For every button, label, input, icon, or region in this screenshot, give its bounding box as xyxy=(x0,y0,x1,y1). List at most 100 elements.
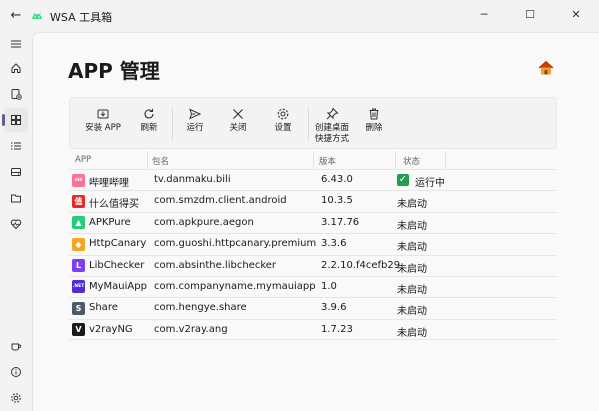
app-version: 10.3.5 xyxy=(321,195,353,207)
col-header-app[interactable]: APP xyxy=(75,155,91,165)
app-icon: ▲ xyxy=(72,216,85,230)
app-settings-button[interactable]: 设置 xyxy=(264,98,302,150)
main-content: APP 管理 安装 APP 刷新 运行 关闭 设置 创建桌面 快捷方式 删除 A… xyxy=(32,32,599,411)
title-bar: ← WSA 工具箱 ─ ☐ ✕ xyxy=(0,0,599,32)
refresh-button[interactable]: 刷新 xyxy=(130,98,168,150)
delete-button[interactable]: 删除 xyxy=(356,98,392,150)
app-name: Share xyxy=(89,302,118,314)
create-shortcut-label-line1: 创建桌面 xyxy=(314,123,349,133)
nav-about[interactable] xyxy=(4,360,28,384)
app-version: 3.3.6 xyxy=(321,238,347,250)
column-divider[interactable] xyxy=(395,151,396,169)
install-app-button[interactable]: 安装 APP xyxy=(78,98,128,150)
table-row[interactable]: ▲ APKPure com.apkpure.aegon 3.17.76 未启动 xyxy=(69,211,557,233)
settings-icon xyxy=(11,393,21,403)
hamburger-menu-button[interactable] xyxy=(4,32,28,56)
app-version: 2.2.10.f4cefb29 xyxy=(321,259,401,271)
create-shortcut-label-line2: 快捷方式 xyxy=(314,134,349,144)
col-header-state[interactable]: 状态 xyxy=(403,155,420,167)
minimize-button[interactable]: ─ xyxy=(461,0,507,32)
install-app-icon xyxy=(97,109,109,119)
nav-folder[interactable] xyxy=(4,186,28,210)
app-icon: S xyxy=(72,301,85,315)
toolbar-divider xyxy=(308,108,309,140)
app-name: v2rayNG xyxy=(89,323,133,335)
app-state: 未启动 xyxy=(397,284,427,296)
settings-label: 设置 xyxy=(274,123,292,133)
column-divider[interactable] xyxy=(313,151,314,169)
app-state: 未启动 xyxy=(397,199,427,211)
home-house-icon[interactable] xyxy=(537,59,555,77)
back-button[interactable]: ← xyxy=(8,8,24,24)
nav-rail xyxy=(0,32,32,411)
app-name: 哔哩哔哩 xyxy=(89,178,129,189)
table-row[interactable]: S Share com.hengye.share 3.9.6 未启动 xyxy=(69,297,557,318)
close-icon xyxy=(233,109,243,119)
package-name: com.guoshi.httpcanary.premium xyxy=(154,238,317,250)
pin-icon xyxy=(326,107,339,120)
app-version: 1.7.23 xyxy=(321,323,353,335)
table-row[interactable]: 值什么值得买 com.smzdm.client.android 10.3.5 未启动 xyxy=(69,190,557,211)
nav-coffee[interactable] xyxy=(4,334,28,358)
trash-icon xyxy=(369,108,379,120)
table-row[interactable]: bili 哔哩哔哩 tv.danmaku.bili 6.43.0 ✓ 运行中 xyxy=(69,169,557,190)
android-logo-icon xyxy=(32,12,42,19)
app-icon: .NET xyxy=(72,280,85,294)
apps-icon xyxy=(11,115,21,125)
run-button[interactable]: 运行 xyxy=(176,98,214,150)
close-label: 关闭 xyxy=(229,123,247,133)
package-name: com.smzdm.client.android xyxy=(154,195,287,207)
col-header-version[interactable]: 版本 xyxy=(319,155,336,167)
app-state: 未启动 xyxy=(397,263,427,275)
table-row[interactable]: L LibChecker com.absinthe.libchecker 2.2.10… xyxy=(69,254,557,276)
nav-health[interactable] xyxy=(4,212,28,236)
table-row[interactable]: .NET MyMauiApp com.companyname.mymauiapp 1.… xyxy=(69,275,557,297)
app-name: APKPure xyxy=(89,216,131,228)
gear-icon xyxy=(277,108,289,120)
col-header-package[interactable]: 包名 xyxy=(152,155,169,167)
app-state: 运行中 xyxy=(415,178,445,189)
refresh-icon xyxy=(144,108,154,119)
nav-apps[interactable] xyxy=(2,108,28,132)
column-divider[interactable] xyxy=(147,151,148,169)
nav-drive[interactable] xyxy=(4,160,28,184)
package-name: tv.danmaku.bili xyxy=(154,174,231,185)
install-icon xyxy=(11,89,22,100)
run-label: 运行 xyxy=(186,123,204,133)
refresh-label: 刷新 xyxy=(140,123,158,133)
maximize-button[interactable]: ☐ xyxy=(507,0,553,32)
home-icon xyxy=(11,63,21,73)
app-state: 未启动 xyxy=(397,327,427,339)
app-name: LibChecker xyxy=(89,259,145,271)
nav-list[interactable] xyxy=(4,134,28,158)
nav-home[interactable] xyxy=(4,56,28,80)
app-name: MyMauiApp xyxy=(89,280,147,292)
package-name: com.apkpure.aegon xyxy=(154,216,254,228)
create-shortcut-button[interactable]: 创建桌面 快捷方式 xyxy=(312,98,352,150)
app-version: 1.0 xyxy=(321,280,337,292)
app-name: HttpCanary xyxy=(89,238,147,250)
hamburger-icon xyxy=(11,40,21,48)
app-state: 未启动 xyxy=(397,220,427,232)
health-icon xyxy=(10,219,22,230)
running-check-icon: ✓ xyxy=(397,174,409,186)
app-name: 什么值得买 xyxy=(89,199,139,211)
column-divider[interactable] xyxy=(445,151,446,169)
folder-icon xyxy=(11,194,21,203)
app-icon: ◆ xyxy=(72,237,85,251)
app-version: 6.43.0 xyxy=(321,174,353,185)
nav-settings[interactable] xyxy=(4,386,28,410)
app-icon: L xyxy=(72,259,85,273)
app-version: 3.17.76 xyxy=(321,216,360,228)
delete-label: 删除 xyxy=(365,123,383,133)
close-window-button[interactable]: ✕ xyxy=(553,0,599,32)
table-row[interactable]: ◆ HttpCanary com.guoshi.httpcanary.premium… xyxy=(69,233,557,254)
close-app-button[interactable]: 关闭 xyxy=(219,98,257,150)
app-icon: 值 xyxy=(72,194,85,208)
drive-icon xyxy=(11,168,21,176)
nav-install[interactable] xyxy=(4,82,28,106)
window-title: WSA 工具箱 xyxy=(50,11,113,24)
table-row[interactable]: Vv2rayNG com.v2ray.ang 1.7.23 未启动 xyxy=(69,318,557,341)
app-state: 未启动 xyxy=(397,306,427,318)
page-title: APP 管理 xyxy=(68,59,160,83)
